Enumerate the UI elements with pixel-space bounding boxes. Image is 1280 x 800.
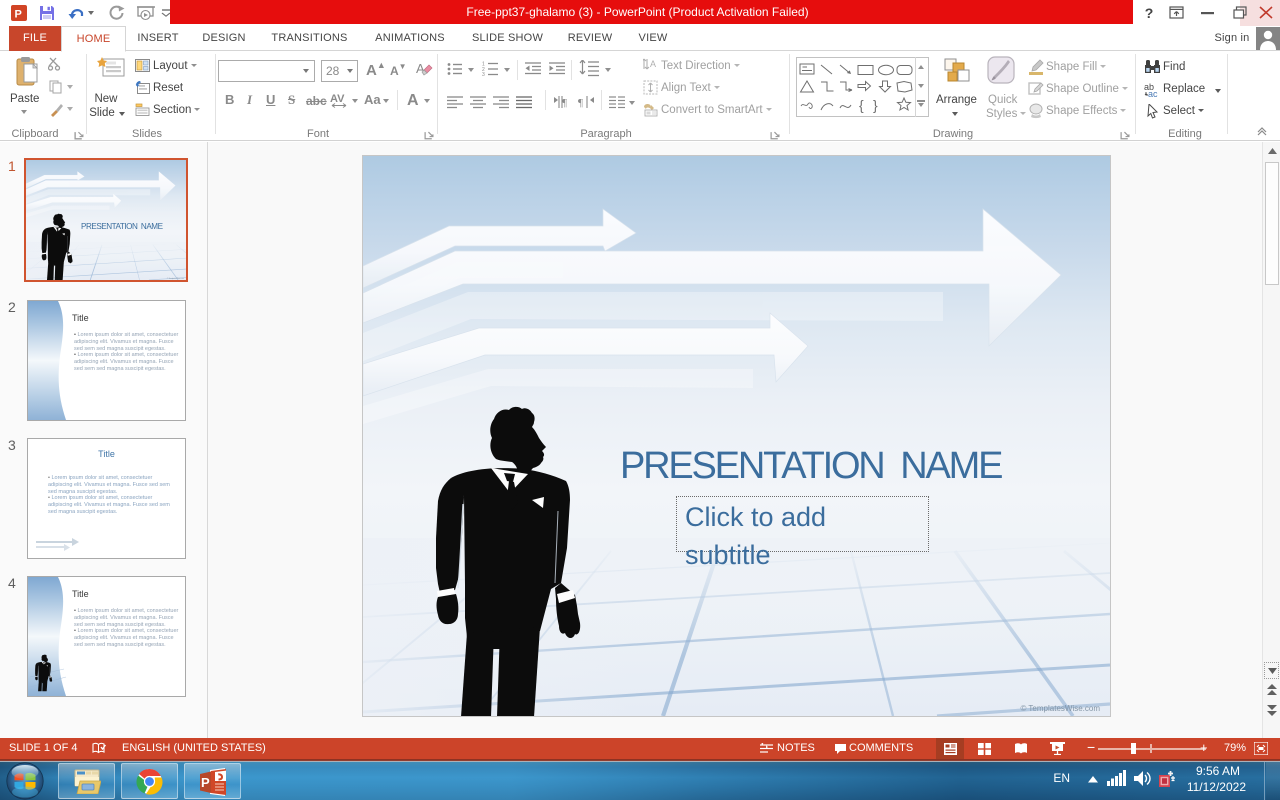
svg-text:¶: ¶ — [562, 97, 567, 109]
svg-text:}: } — [873, 97, 878, 113]
svg-text:P: P — [15, 9, 22, 21]
svg-text:ac: ac — [1148, 89, 1158, 98]
svg-text:{: { — [859, 97, 864, 113]
svg-text:AV: AV — [330, 93, 345, 105]
svg-text:¶: ¶ — [578, 97, 583, 109]
svg-text:P: P — [201, 775, 210, 790]
svg-text:3: 3 — [482, 72, 485, 76]
svg-text:A: A — [650, 59, 656, 69]
